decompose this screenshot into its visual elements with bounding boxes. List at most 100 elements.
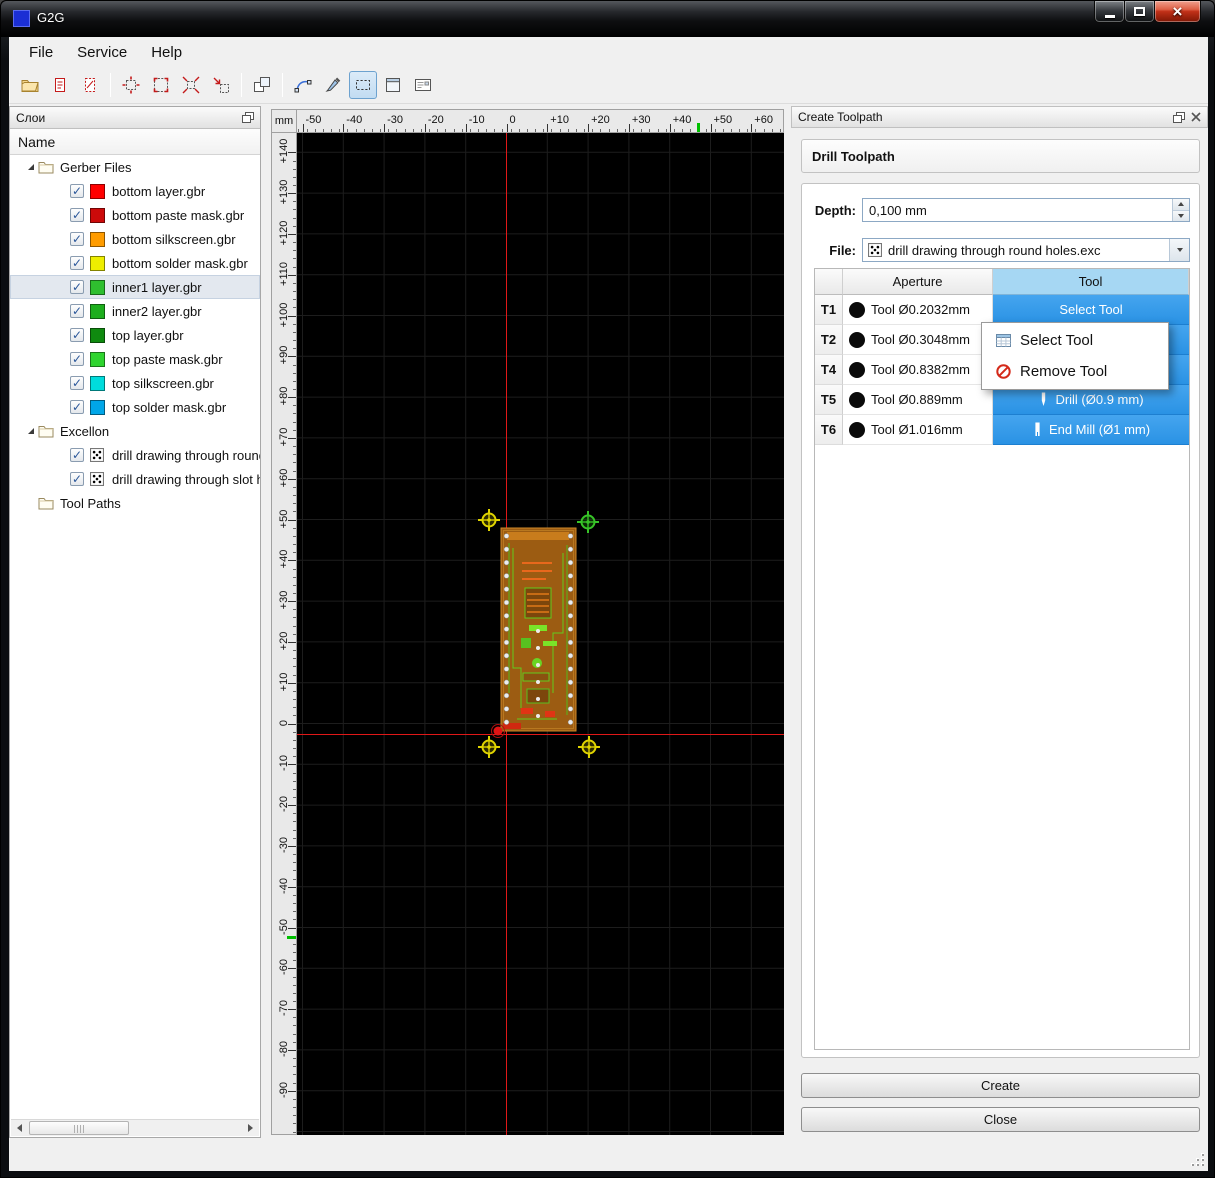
ruler-label: -10 bbox=[468, 114, 485, 126]
aperture-cell[interactable]: Tool Ø0.2032mm bbox=[843, 295, 993, 325]
tree-item-bottom-layer-gbr[interactable]: ✓ bottom layer.gbr bbox=[10, 179, 260, 203]
layer-color-swatch[interactable] bbox=[90, 327, 105, 343]
tree-item-bottom-silkscreen-gbr[interactable]: ✓ bottom silkscreen.gbr bbox=[10, 227, 260, 251]
layer-checkbox[interactable]: ✓ bbox=[70, 400, 84, 414]
aperture-cell[interactable]: Tool Ø1.016mm bbox=[843, 415, 993, 445]
close-file-button[interactable] bbox=[76, 71, 104, 99]
scrollbar-thumb[interactable] bbox=[29, 1121, 129, 1135]
tree-item-drill-drawing-through-slot-holes-exc[interactable]: ✓ drill drawing through slot holes.exc bbox=[10, 467, 260, 491]
aperture-column-header[interactable]: Aperture bbox=[843, 269, 993, 295]
tree-item-drill-drawing-through-round-holes-exc[interactable]: ✓ drill drawing through round holes.exc bbox=[10, 443, 260, 467]
resize-grip[interactable] bbox=[1190, 1152, 1204, 1166]
spin-up-button[interactable] bbox=[1173, 199, 1189, 210]
frame-view-button[interactable] bbox=[379, 71, 407, 99]
tree-item-gerber-files[interactable]: Gerber Files bbox=[10, 155, 260, 179]
horizontal-scrollbar[interactable] bbox=[11, 1119, 259, 1136]
docRedDashed-icon bbox=[81, 76, 99, 94]
tree-item-top-layer-gbr[interactable]: ✓ top layer.gbr bbox=[10, 323, 260, 347]
menu-help[interactable]: Help bbox=[139, 40, 194, 65]
drill-file-combobox[interactable]: drill drawing through round holes.exc bbox=[862, 238, 1190, 262]
layer-checkbox[interactable]: ✓ bbox=[70, 352, 84, 366]
layer-color-swatch[interactable] bbox=[90, 375, 105, 391]
zoom-window-button[interactable] bbox=[147, 71, 175, 99]
layer-checkbox[interactable]: ✓ bbox=[70, 328, 84, 342]
import-gerber-button[interactable] bbox=[46, 71, 74, 99]
create-button[interactable]: Create bbox=[801, 1073, 1200, 1098]
tree-column-header[interactable]: Name bbox=[10, 129, 260, 155]
scroll-right-arrow[interactable] bbox=[242, 1120, 259, 1136]
minimize-button[interactable] bbox=[1094, 1, 1125, 23]
minimize-icon bbox=[1104, 14, 1115, 18]
zoomIn-icon bbox=[182, 76, 200, 94]
tree-item-top-silkscreen-gbr[interactable]: ✓ top silkscreen.gbr bbox=[10, 371, 260, 395]
float-panel-icon[interactable] bbox=[242, 112, 254, 123]
titlebar[interactable]: G2G × bbox=[1, 1, 1214, 37]
tree-item-tool-paths[interactable]: Tool Paths bbox=[10, 491, 260, 515]
form-view-button[interactable] bbox=[409, 71, 437, 99]
spin-down-button[interactable] bbox=[1173, 209, 1189, 221]
depth-spinner[interactable]: 0,100 mm bbox=[862, 198, 1190, 222]
aperture-cell[interactable]: Tool Ø0.3048mm bbox=[843, 325, 993, 355]
depth-label: Depth: bbox=[814, 203, 856, 218]
layer-checkbox[interactable]: ✓ bbox=[70, 448, 84, 462]
toolbar bbox=[9, 67, 1208, 104]
zoom-out-button[interactable] bbox=[207, 71, 235, 99]
draw-tool-button[interactable] bbox=[319, 71, 347, 99]
tree-item-excellon[interactable]: Excellon bbox=[10, 419, 260, 443]
close-icon: × bbox=[1172, 2, 1183, 21]
row-header: T2 bbox=[815, 325, 843, 355]
float-panel-icon[interactable] bbox=[1173, 111, 1185, 123]
tree-item-inner2-layer-gbr[interactable]: ✓ inner2 layer.gbr bbox=[10, 299, 260, 323]
layer-color-swatch[interactable] bbox=[90, 183, 105, 199]
tree-item-bottom-paste-mask-gbr[interactable]: ✓ bottom paste mask.gbr bbox=[10, 203, 260, 227]
open-file-button[interactable] bbox=[16, 71, 44, 99]
layer-color-swatch[interactable] bbox=[90, 207, 105, 223]
tool-row-t6: T6 Tool Ø1.016mm End Mill (Ø1 mm) bbox=[815, 415, 1189, 445]
layer-checkbox[interactable]: ✓ bbox=[70, 304, 84, 318]
combobox-arrow[interactable] bbox=[1169, 239, 1189, 261]
menu-file[interactable]: File bbox=[17, 40, 65, 65]
layer-color-swatch[interactable] bbox=[90, 231, 105, 247]
tree-item-bottom-solder-mask-gbr[interactable]: ✓ bottom solder mask.gbr bbox=[10, 251, 260, 275]
context-menu-item-remove-tool[interactable]: Remove Tool bbox=[984, 356, 1166, 387]
select-region-button[interactable] bbox=[349, 71, 377, 99]
tool-column-header[interactable]: Tool bbox=[993, 269, 1189, 295]
ruler-label: -90 bbox=[278, 1081, 290, 1098]
tool-cell[interactable]: End Mill (Ø1 mm) bbox=[993, 415, 1189, 445]
tree-item-top-paste-mask-gbr[interactable]: ✓ top paste mask.gbr bbox=[10, 347, 260, 371]
layer-color-swatch[interactable] bbox=[90, 279, 105, 295]
maximize-button[interactable] bbox=[1124, 1, 1155, 23]
context-menu-item-select-tool[interactable]: Select Tool bbox=[984, 325, 1166, 356]
ruler-label: -60 bbox=[278, 959, 290, 976]
layer-color-swatch[interactable] bbox=[90, 399, 105, 415]
tree-item-label: drill drawing through round holes.exc bbox=[112, 447, 260, 463]
ruler-label: +20 bbox=[591, 114, 610, 126]
aperture-cell[interactable]: Tool Ø0.889mm bbox=[843, 385, 993, 415]
layer-color-swatch[interactable] bbox=[90, 303, 105, 319]
layer-checkbox[interactable]: ✓ bbox=[70, 256, 84, 270]
aperture-cell[interactable]: Tool Ø0.8382mm bbox=[843, 355, 993, 385]
layer-checkbox[interactable]: ✓ bbox=[70, 376, 84, 390]
pcb-canvas[interactable] bbox=[297, 133, 784, 1135]
tree-item-inner1-layer-gbr[interactable]: ✓ inner1 layer.gbr bbox=[10, 275, 260, 299]
tool-cell[interactable]: Select Tool bbox=[993, 295, 1189, 325]
arc-tool-button[interactable] bbox=[289, 71, 317, 99]
expand-arrow[interactable] bbox=[24, 428, 38, 434]
close-panel-icon[interactable] bbox=[1191, 112, 1201, 122]
tile-view-button[interactable] bbox=[248, 71, 276, 99]
layer-checkbox[interactable]: ✓ bbox=[70, 232, 84, 246]
layer-checkbox[interactable]: ✓ bbox=[70, 472, 84, 486]
layer-checkbox[interactable]: ✓ bbox=[70, 208, 84, 222]
zoom-fit-button[interactable] bbox=[117, 71, 145, 99]
layer-color-swatch[interactable] bbox=[90, 255, 105, 271]
layer-checkbox[interactable]: ✓ bbox=[70, 280, 84, 294]
zoom-in-button[interactable] bbox=[177, 71, 205, 99]
tree-item-top-solder-mask-gbr[interactable]: ✓ top solder mask.gbr bbox=[10, 395, 260, 419]
menu-service[interactable]: Service bbox=[65, 40, 139, 65]
scroll-left-arrow[interactable] bbox=[11, 1120, 28, 1136]
expand-arrow[interactable] bbox=[24, 164, 38, 170]
close-window-button[interactable]: × bbox=[1154, 1, 1201, 23]
layer-checkbox[interactable]: ✓ bbox=[70, 184, 84, 198]
close-button[interactable]: Close bbox=[801, 1107, 1200, 1132]
layer-color-swatch[interactable] bbox=[90, 351, 105, 367]
